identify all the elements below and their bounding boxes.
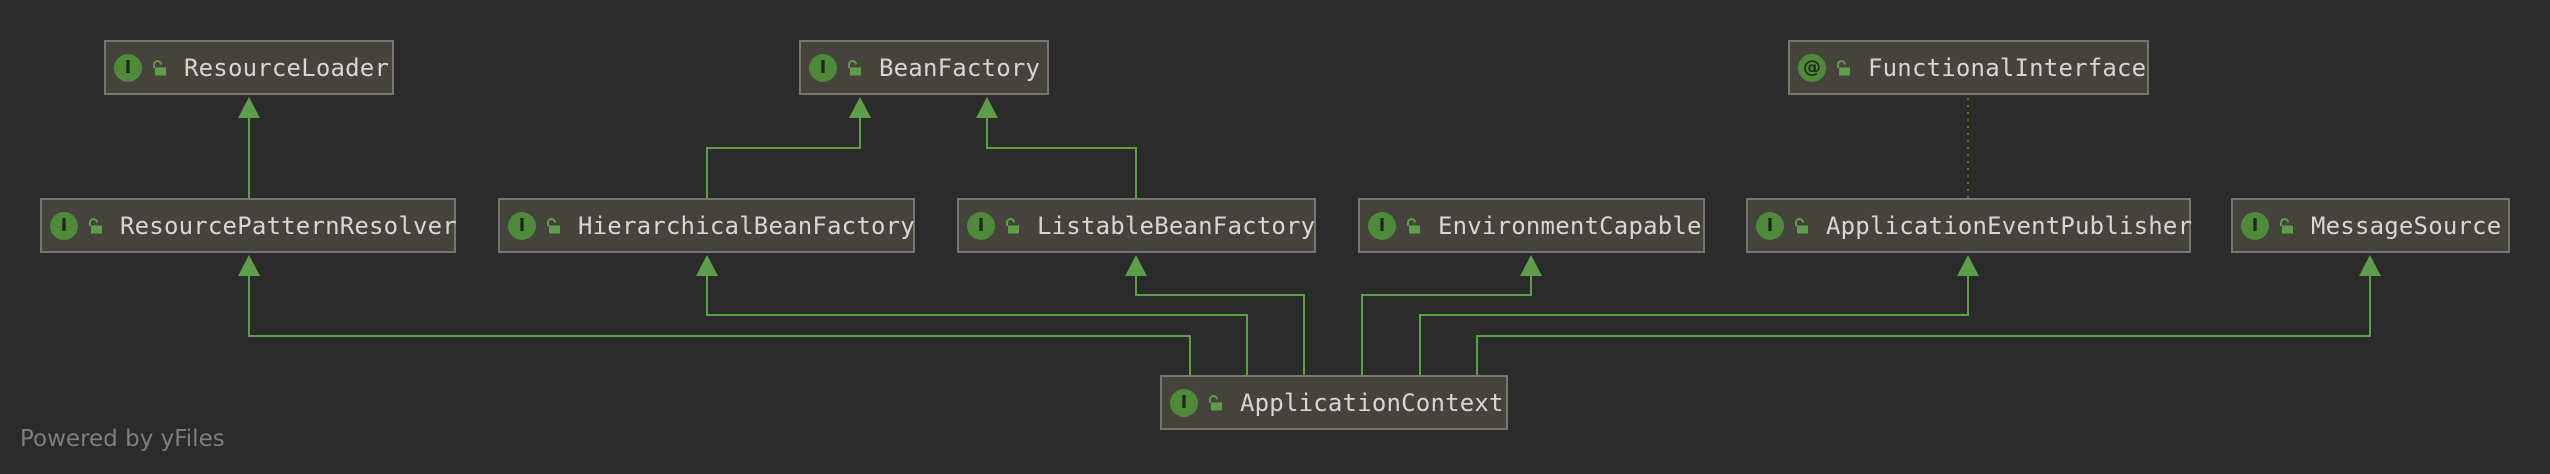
node-label: ApplicationContext	[1240, 388, 1504, 417]
arrowhead	[1125, 255, 1147, 276]
arrowhead	[2359, 255, 2381, 276]
interface-badge-icon: I	[809, 53, 837, 82]
node-functional-interface[interactable]: @ FunctionalInterface	[1788, 40, 2149, 95]
node-label: EnvironmentCapable	[1438, 211, 1702, 240]
arrowhead	[849, 97, 871, 118]
interface-badge-icon: I	[114, 53, 142, 82]
node-resource-loader[interactable]: I ResourceLoader	[104, 40, 394, 95]
arrowhead	[238, 255, 260, 276]
arrowhead	[696, 255, 718, 276]
unlocked-lock-icon	[2280, 217, 2293, 233]
node-label: ListableBeanFactory	[1037, 211, 1316, 240]
interface-badge-icon: I	[508, 211, 536, 240]
edge-application-context-to-application-event-publisher	[1419, 255, 1979, 375]
unlocked-lock-icon	[848, 59, 861, 75]
edge-hierarchical-bean-factory-to-bean-factory	[706, 97, 871, 198]
interface-badge-icon: I	[1170, 388, 1198, 417]
unlocked-lock-icon	[89, 217, 102, 233]
edge-resource-pattern-resolver-to-resource-loader	[238, 97, 260, 198]
powered-by-footer: Powered by yFiles	[20, 426, 225, 452]
node-label: HierarchicalBeanFactory	[578, 211, 915, 240]
node-label: FunctionalInterface	[1868, 53, 2147, 82]
node-hierarchical-bean-factory[interactable]: I HierarchicalBeanFactory	[498, 198, 915, 253]
node-label: ResourceLoader	[184, 53, 390, 82]
interface-badge-icon: I	[967, 211, 995, 240]
interface-badge-icon: I	[2241, 211, 2269, 240]
edge-listable-bean-factory-to-bean-factory	[976, 97, 1137, 198]
edge-application-context-to-hierarchical-bean-factory	[696, 255, 1248, 375]
diagram-canvas: I ResourceLoader I BeanFactory @ Functio…	[0, 0, 2550, 474]
node-application-context[interactable]: I ApplicationContext	[1160, 375, 1508, 430]
interface-badge-icon: I	[1756, 211, 1784, 240]
arrowhead	[1957, 255, 1979, 276]
node-bean-factory[interactable]: I BeanFactory	[799, 40, 1049, 95]
unlocked-lock-icon	[1209, 394, 1222, 410]
node-application-event-publisher[interactable]: I ApplicationEventPublisher	[1746, 198, 2193, 253]
unlocked-lock-icon	[1837, 59, 1850, 75]
node-label: ApplicationEventPublisher	[1826, 211, 2193, 240]
annotation-badge-icon: @	[1798, 53, 1826, 82]
unlocked-lock-icon	[153, 59, 166, 75]
arrowhead	[1520, 255, 1542, 276]
arrowhead	[238, 97, 260, 118]
node-label: BeanFactory	[879, 53, 1041, 82]
interface-badge-icon: I	[50, 211, 78, 240]
unlocked-lock-icon	[547, 217, 560, 233]
node-label: ResourcePatternResolver	[120, 211, 457, 240]
node-environment-capable[interactable]: I EnvironmentCapable	[1358, 198, 1705, 253]
node-listable-bean-factory[interactable]: I ListableBeanFactory	[957, 198, 1316, 253]
node-label: MessageSource	[2311, 211, 2502, 240]
arrowhead	[976, 97, 998, 118]
unlocked-lock-icon	[1407, 217, 1420, 233]
unlocked-lock-icon	[1006, 217, 1019, 233]
unlocked-lock-icon	[1795, 217, 1808, 233]
interface-badge-icon: I	[1368, 211, 1396, 240]
node-resource-pattern-resolver[interactable]: I ResourcePatternResolver	[40, 198, 457, 253]
node-message-source[interactable]: I MessageSource	[2231, 198, 2510, 253]
